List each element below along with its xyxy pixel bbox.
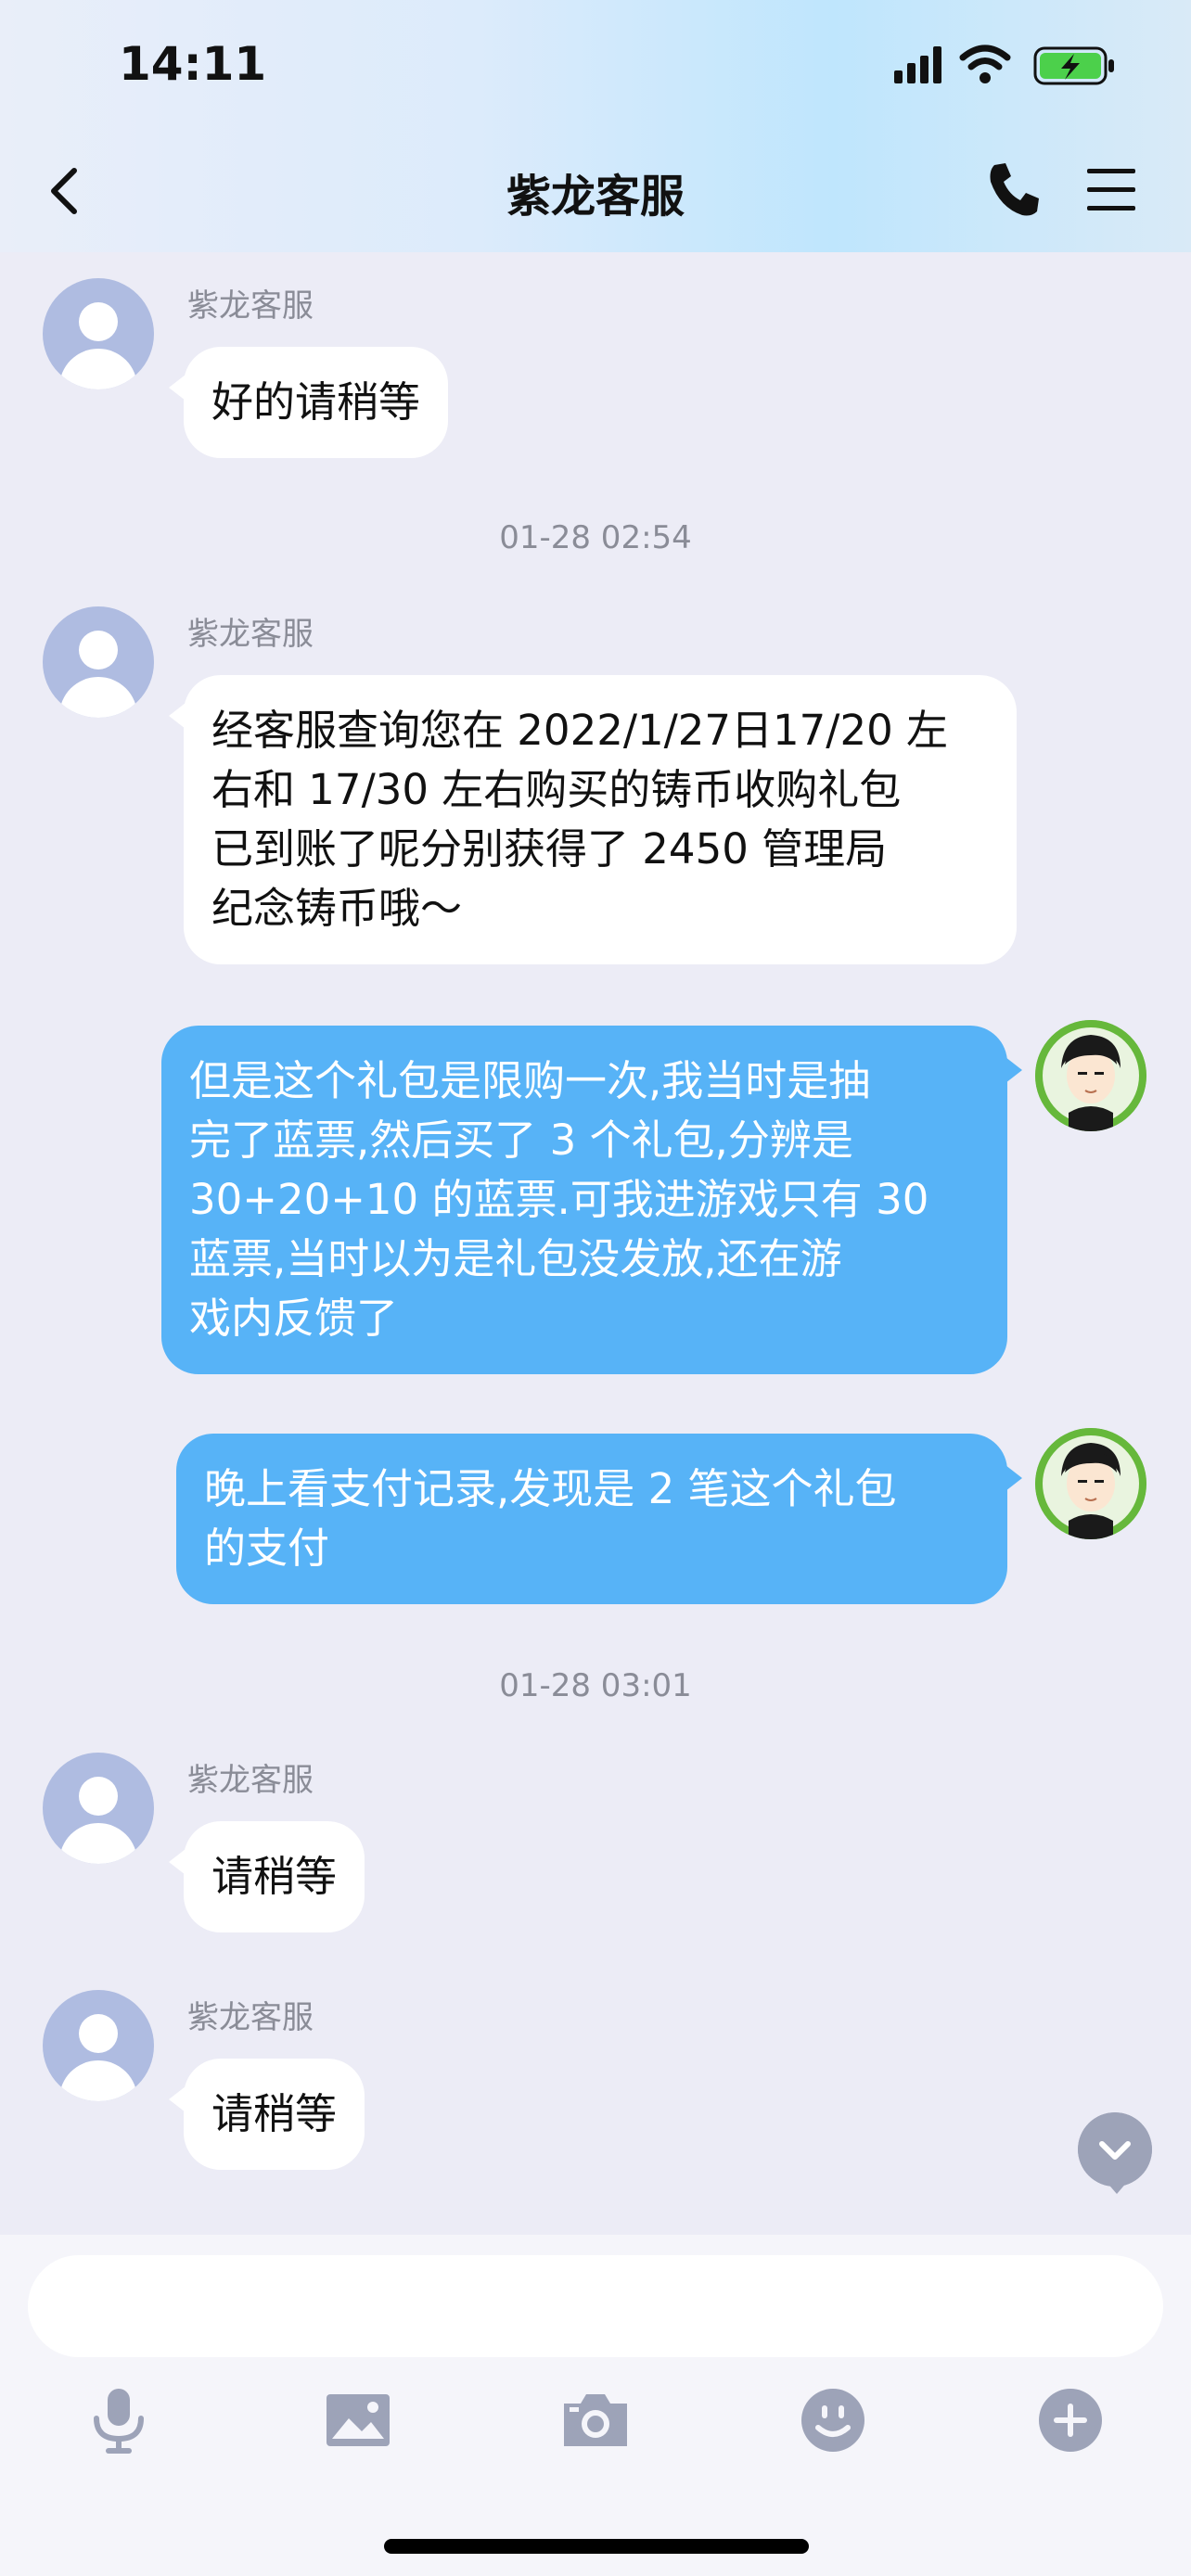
sender-name: 紫龙客服	[187, 287, 314, 325]
message-bubble[interactable]: 晚上看支付记录,发现是 2 笔这个礼包 的支付	[176, 1434, 1007, 1604]
bubble-tail	[1005, 1057, 1022, 1083]
status-icons	[894, 45, 1114, 85]
status-time: 14:11	[119, 37, 267, 91]
sender-name: 紫龙客服	[187, 1762, 314, 1799]
message-bubble[interactable]: 好的请稍等	[184, 347, 449, 458]
message-line: 纪念铸币哦～	[211, 884, 463, 933]
plus-icon[interactable]	[1033, 2383, 1108, 2457]
chat-screen: 14:11 紫龙客服 紫龙客服 好的请稍等 01-28 02:54 紫龙客服 经…	[0, 0, 1191, 2576]
sender-name: 紫龙客服	[187, 616, 314, 653]
message-bubble[interactable]: 请稍等	[184, 2059, 365, 2170]
message-line: 戏内反馈了	[189, 1294, 399, 1343]
signal-icon	[894, 46, 941, 83]
message-bubble[interactable]: 经客服查询您在 2022/1/27日17/20 左 右和 17/30 左右购买的…	[184, 675, 1017, 964]
phone-icon[interactable]	[985, 159, 1041, 219]
camera-icon[interactable]	[558, 2383, 633, 2457]
message-line: 但是这个礼包是限购一次,我当时是抽	[189, 1056, 871, 1105]
user-avatar[interactable]	[1035, 1428, 1146, 1539]
message-text: 请稍等	[211, 1852, 338, 1901]
microphone-icon[interactable]	[82, 2383, 156, 2457]
input-area	[0, 2235, 1191, 2576]
message-line: 晚上看支付记录,发现是 2 笔这个礼包	[204, 1464, 897, 1513]
message-line: 蓝票,当时以为是礼包没发放,还在游	[189, 1234, 842, 1283]
message-line: 完了蓝票,然后买了 3 个礼包,分辨是	[189, 1116, 853, 1165]
image-icon[interactable]	[321, 2383, 395, 2457]
scroll-down-pointer	[1106, 2181, 1128, 2194]
menu-icon[interactable]	[1083, 165, 1139, 215]
emoji-icon[interactable]	[796, 2383, 870, 2457]
header-bar: 14:11 紫龙客服	[0, 0, 1191, 252]
sender-name: 紫龙客服	[187, 1999, 314, 2036]
message-bubble[interactable]: 但是这个礼包是限购一次,我当时是抽 完了蓝票,然后买了 3 个礼包,分辨是 30…	[161, 1026, 1007, 1374]
message-line: 已到账了呢分别获得了 2450 管理局	[211, 824, 888, 874]
time-divider: 01-28 03:01	[499, 1667, 692, 1704]
agent-avatar[interactable]	[43, 1753, 154, 1864]
agent-avatar[interactable]	[43, 278, 154, 389]
wifi-icon	[959, 45, 1011, 83]
message-bubble[interactable]: 请稍等	[184, 1821, 365, 1932]
bubble-tail	[1005, 1465, 1022, 1491]
home-indicator	[384, 2539, 809, 2554]
user-avatar[interactable]	[1035, 1020, 1146, 1131]
message-line: 右和 17/30 左右购买的铸币收购礼包	[211, 765, 902, 814]
scroll-down-button[interactable]	[1078, 2112, 1152, 2187]
agent-avatar[interactable]	[43, 1990, 154, 2101]
agent-avatar[interactable]	[43, 606, 154, 718]
time-divider: 01-28 02:54	[499, 519, 692, 556]
battery-icon	[1033, 46, 1114, 85]
message-line: 经客服查询您在 2022/1/27日17/20 左	[211, 706, 949, 755]
message-line: 30+20+10 的蓝票.可我进游戏只有 30	[189, 1175, 929, 1224]
message-text: 好的请稍等	[211, 377, 421, 427]
message-input[interactable]	[28, 2255, 1163, 2357]
message-line: 的支付	[204, 1524, 330, 1573]
message-text: 请稍等	[211, 2089, 338, 2138]
